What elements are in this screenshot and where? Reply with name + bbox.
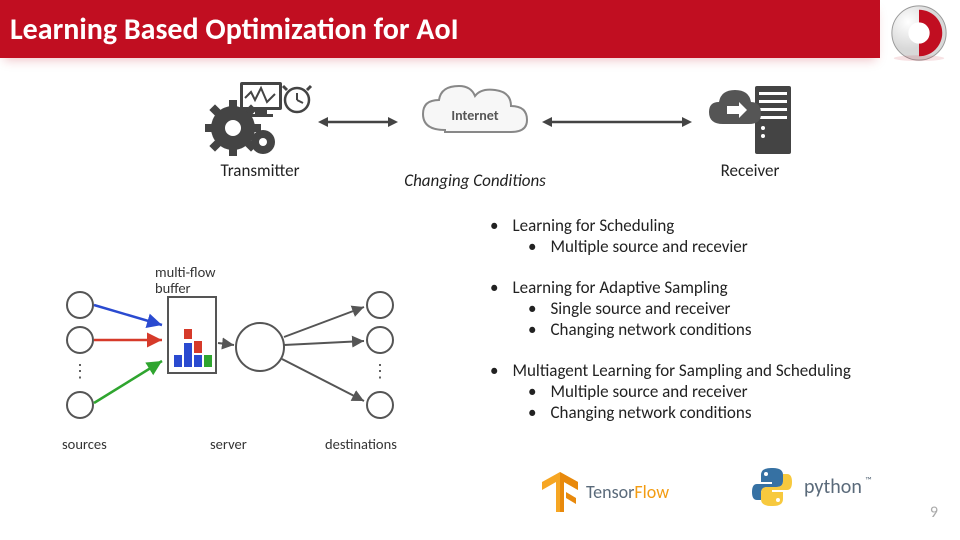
multiflow-diagram: multi-flow buffer ⋮ ⋮	[50, 265, 450, 455]
arrow-tx-internet	[318, 112, 398, 132]
tensorflow-logo: TensorFlow	[540, 470, 669, 514]
page-number: 9	[930, 503, 938, 522]
corner-logo	[888, 2, 950, 64]
svg-text:⋮: ⋮	[71, 360, 89, 382]
changing-conditions-label: Changing Conditions	[404, 170, 546, 191]
bullet-3-1: Multiple source and receiver	[528, 381, 851, 402]
title-bar: Learning Based Optimization for AoI	[0, 0, 880, 58]
cloud-icon: Internet	[415, 80, 535, 146]
internet-text: Internet	[451, 107, 498, 124]
bullet-1-1: Multiple source and recevier	[528, 236, 851, 257]
bullet-3: Multiagent Learning for Sampling and Sch…	[490, 360, 851, 381]
architecture-diagram: Transmitter Internet Changing Conditions	[190, 80, 830, 200]
receiver-label: Receiver	[721, 160, 780, 181]
bullet-2-1: Single source and receiver	[528, 298, 851, 319]
svg-text:⋮: ⋮	[371, 360, 389, 382]
tensorflow-icon	[540, 470, 580, 514]
bullet-2: Learning for Adaptive Sampling	[490, 277, 851, 298]
arrow-internet-rx	[542, 112, 692, 132]
bullet-1: Learning for Scheduling	[490, 215, 851, 236]
label-sources: sources	[62, 435, 107, 453]
bullet-3-2: Changing network conditions	[528, 402, 851, 423]
bullet-2-2: Changing network conditions	[528, 319, 851, 340]
python-logo: python™	[750, 465, 862, 509]
receiver-icon	[705, 80, 795, 160]
bullet-list: Learning for Scheduling Multiple source …	[490, 215, 851, 443]
label-buffer: multi-flow buffer	[155, 265, 216, 297]
transmitter-label: Transmitter	[221, 160, 300, 181]
slide-title: Learning Based Optimization for AoI	[10, 11, 459, 48]
transmitter-icon	[205, 80, 315, 160]
python-icon	[750, 465, 794, 509]
tensorflow-text: TensorFlow	[586, 481, 669, 503]
label-destinations: destinations	[325, 435, 397, 453]
label-server: server	[210, 435, 247, 453]
python-text: python™	[804, 475, 862, 499]
